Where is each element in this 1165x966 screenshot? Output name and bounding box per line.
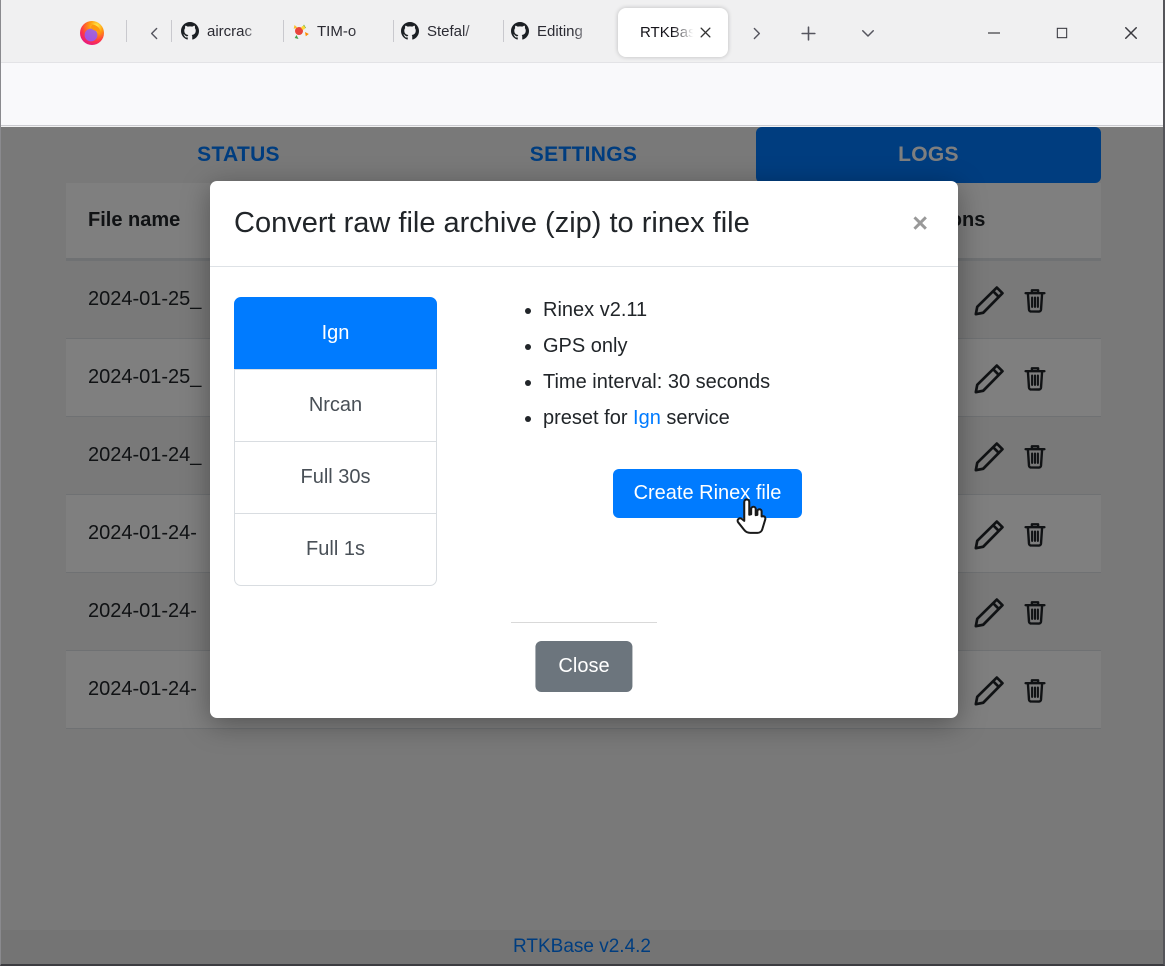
tab-title: Editing bbox=[537, 23, 601, 40]
detail-item: Rinex v2.11 bbox=[543, 299, 934, 322]
github-icon bbox=[401, 22, 419, 40]
tabbar-divider bbox=[171, 20, 172, 42]
scroll-tabs-right-button[interactable] bbox=[743, 20, 769, 46]
tabbar-divider bbox=[393, 20, 394, 42]
new-tab-button[interactable] bbox=[795, 20, 821, 46]
modal-title: Convert raw file archive (zip) to rinex … bbox=[234, 207, 750, 240]
tab-title: TIM-o bbox=[317, 23, 381, 40]
tab-title: aircrac bbox=[207, 23, 271, 40]
browser-tab-tim[interactable]: TIM-o bbox=[291, 14, 391, 48]
detail-text: preset for bbox=[543, 407, 633, 429]
browser-toolbar: 192.168.178.34/logs# bbox=[1, 62, 1163, 126]
detail-item: GPS only bbox=[543, 335, 934, 358]
ign-service-link[interactable]: Ign bbox=[633, 407, 661, 429]
modal-close-x-button[interactable]: × bbox=[906, 209, 934, 238]
minimize-button[interactable] bbox=[985, 24, 1003, 42]
tab-title: RTKBase bbox=[640, 24, 698, 41]
preset-list: Ign Nrcan Full 30s Full 1s bbox=[234, 297, 437, 586]
modal-body: Ign Nrcan Full 30s Full 1s Rinex v2.11 G… bbox=[210, 267, 958, 586]
browser-tab-rtkbase-active[interactable]: RTKBase bbox=[618, 8, 728, 57]
browser-tab-aircrack[interactable]: aircrac bbox=[181, 14, 281, 48]
tabbar-divider bbox=[283, 20, 284, 42]
close-window-button[interactable] bbox=[1122, 24, 1140, 42]
convert-rinex-modal: Convert raw file archive (zip) to rinex … bbox=[210, 181, 958, 718]
browser-tab-editing[interactable]: Editing bbox=[511, 14, 611, 48]
detail-item: Time interval: 30 seconds bbox=[543, 371, 934, 394]
hand-cursor-icon bbox=[732, 496, 770, 540]
preset-full-30s[interactable]: Full 30s bbox=[234, 441, 437, 514]
preset-nrcan[interactable]: Nrcan bbox=[234, 369, 437, 442]
tabbar-divider bbox=[503, 20, 504, 42]
create-rinex-file-button[interactable]: Create Rinex file bbox=[613, 469, 803, 518]
browser-window: aircrac TIM-o Stefal/ Editing RTKBase bbox=[0, 0, 1165, 966]
preset-details: Rinex v2.11 GPS only Time interval: 30 s… bbox=[521, 297, 934, 586]
burst-favicon-icon bbox=[291, 22, 309, 40]
list-all-tabs-button[interactable] bbox=[855, 20, 881, 46]
tab-title: Stefal/ bbox=[427, 23, 491, 40]
tabbar-divider bbox=[126, 20, 127, 42]
browser-tab-bar: aircrac TIM-o Stefal/ Editing RTKBase bbox=[1, 0, 1163, 62]
modal-header: Convert raw file archive (zip) to rinex … bbox=[210, 181, 958, 267]
github-icon bbox=[181, 22, 199, 40]
modal-close-button[interactable]: Close bbox=[535, 641, 632, 692]
modal-footer-divider bbox=[511, 622, 657, 623]
scroll-tabs-left-button[interactable] bbox=[141, 20, 167, 46]
preset-full-1s[interactable]: Full 1s bbox=[234, 513, 437, 586]
browser-tab-stefal[interactable]: Stefal/ bbox=[401, 14, 501, 48]
page-content: STATUS SETTINGS LOGS File name Actions 2… bbox=[1, 127, 1163, 964]
maximize-button[interactable] bbox=[1053, 24, 1071, 42]
github-icon bbox=[511, 22, 529, 40]
close-tab-icon[interactable] bbox=[698, 25, 713, 40]
detail-item: preset for Ign service bbox=[543, 407, 934, 430]
detail-text: service bbox=[661, 407, 730, 429]
preset-detail-list: Rinex v2.11 GPS only Time interval: 30 s… bbox=[521, 299, 934, 443]
preset-ign[interactable]: Ign bbox=[234, 297, 437, 370]
firefox-logo-icon bbox=[79, 20, 105, 46]
